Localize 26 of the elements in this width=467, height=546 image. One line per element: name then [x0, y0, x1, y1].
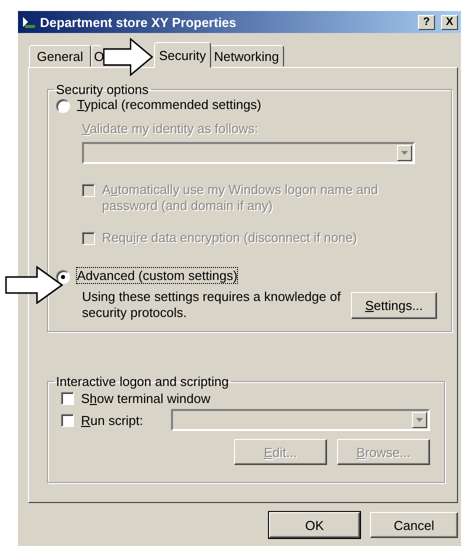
checkbox[interactable]: [61, 414, 74, 426]
tab[interactable]: Networking: [208, 45, 284, 67]
radio-button[interactable]: [56, 99, 70, 113]
checkbox-label: Require data encryption (disconnect if none): [102, 230, 358, 246]
cancel-button[interactable]: Cancel: [370, 512, 458, 538]
radio-button[interactable]: [56, 270, 70, 284]
tab[interactable]: Security: [154, 42, 211, 68]
caret-icon: [401, 151, 408, 155]
window-title: Department store XY Properties: [40, 14, 238, 30]
description-text: Using these settings requires a knowledge of security protocols.: [82, 289, 342, 321]
tab[interactable]: General: [29, 45, 91, 67]
group-title: Security options: [55, 82, 150, 97]
caret-icon: [416, 418, 423, 422]
checkbox[interactable]: [61, 392, 74, 405]
settings-button[interactable]: Settings...: [351, 292, 437, 318]
help-button[interactable]: ?: [418, 14, 435, 30]
checkbox-label: Automatically use my Windows logon name and password (and domain if any): [102, 182, 380, 214]
group-title: Interactive logon and scripting: [55, 374, 230, 389]
radio-label: Typical (recommended settings): [77, 97, 262, 112]
app-icon: [22, 15, 36, 29]
checkbox-label: Run script:: [81, 412, 144, 428]
close-button[interactable]: X: [441, 14, 458, 30]
ok-button[interactable]: OK: [269, 512, 360, 538]
field-label: Validate my identity as follows:: [82, 121, 258, 136]
checkbox-label: Show terminal window: [81, 391, 210, 406]
radio-label: Advanced (custom settings): [77, 268, 238, 283]
